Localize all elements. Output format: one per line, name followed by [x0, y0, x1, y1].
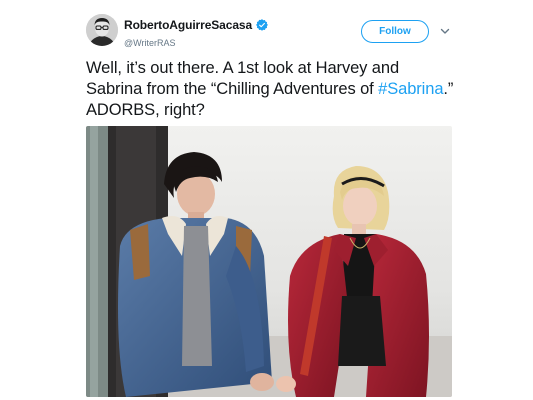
author-display-name[interactable]: RobertoAguirreSacasa [124, 18, 252, 32]
author-info: RobertoAguirreSacasa @WriterRAS [124, 16, 268, 49]
follow-button[interactable]: Follow [361, 20, 429, 43]
tweet-text: Well, it’s out there. A 1st look at Harv… [86, 58, 456, 121]
author-handle[interactable]: @WriterRAS [124, 37, 268, 49]
photo-image [86, 126, 452, 397]
chevron-down-icon[interactable] [439, 25, 451, 37]
tweet-card: RobertoAguirreSacasa @WriterRAS Follow W… [0, 0, 533, 400]
tweet-photo[interactable] [86, 126, 452, 397]
tweet-text-body: Well, it’s out there. A 1st look at Harv… [86, 59, 400, 98]
author-name-row[interactable]: RobertoAguirreSacasa [124, 18, 268, 32]
verified-badge-icon [256, 19, 268, 31]
author-avatar[interactable] [86, 14, 118, 46]
avatar-image [86, 14, 118, 46]
hashtag-link[interactable]: #Sabrina [378, 80, 443, 98]
